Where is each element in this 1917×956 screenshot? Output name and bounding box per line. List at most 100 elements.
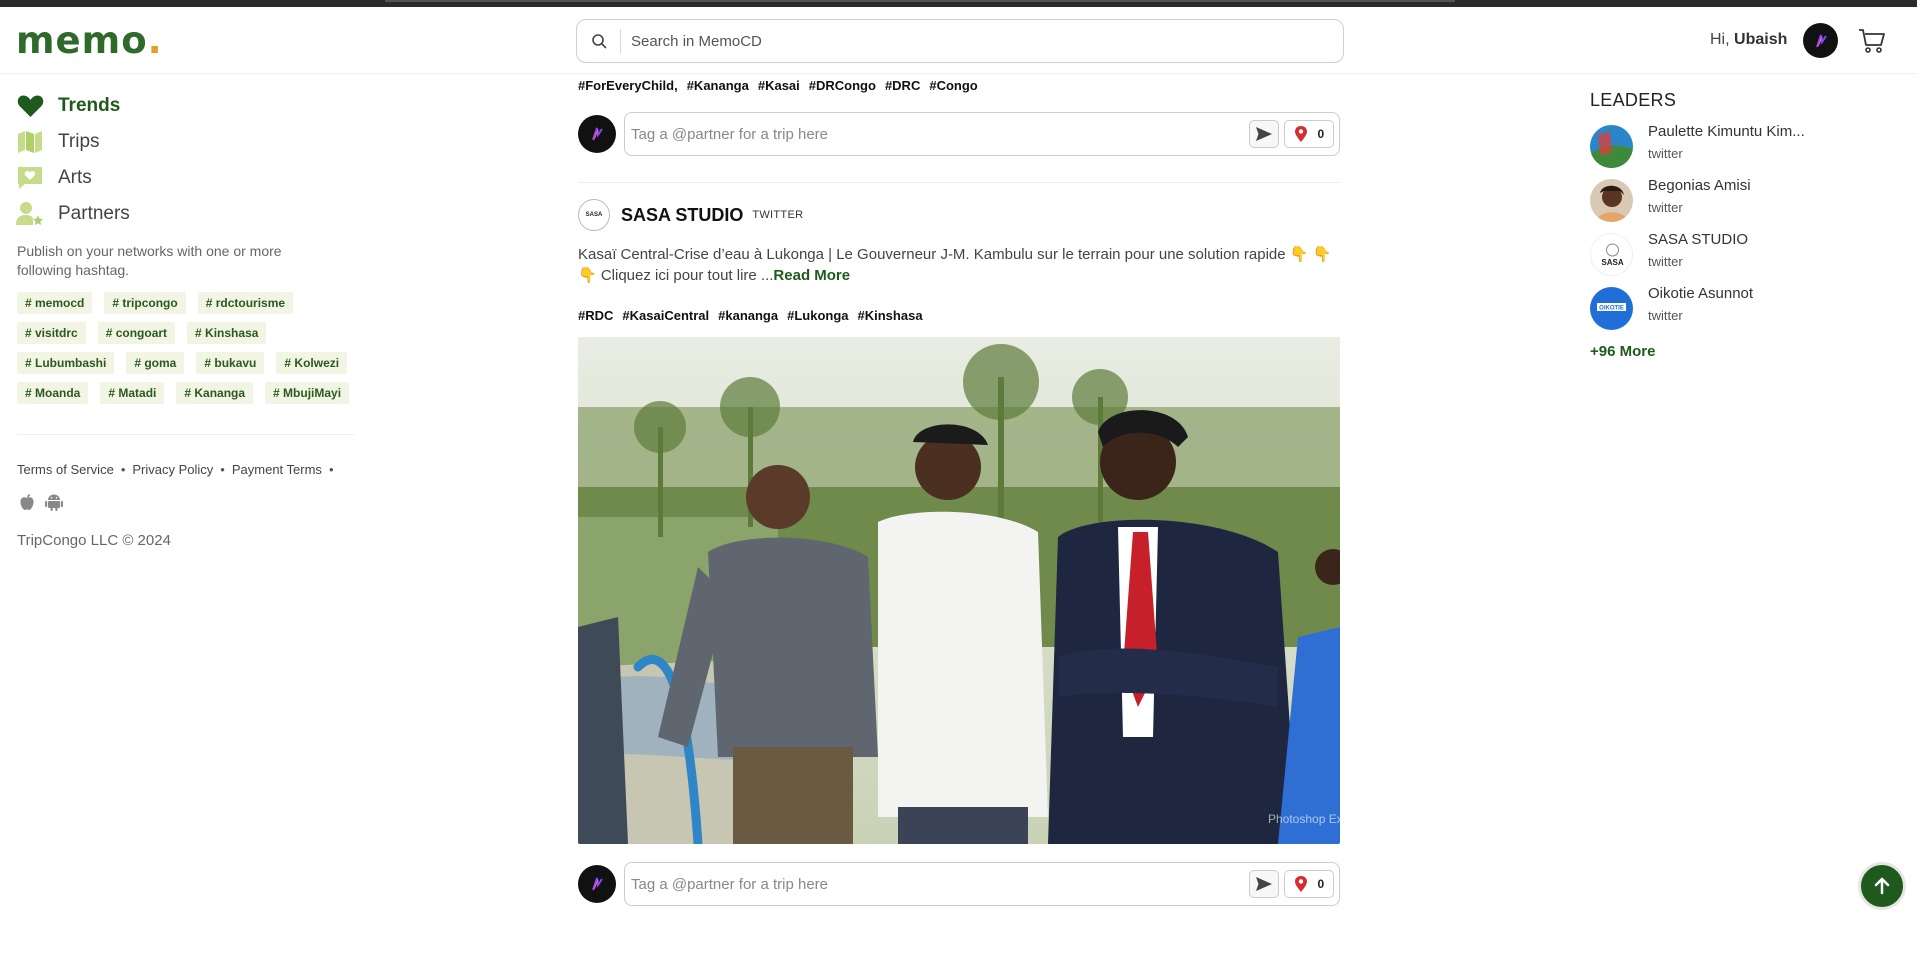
apple-icon[interactable] — [19, 493, 35, 516]
hashtag[interactable]: #RDC — [578, 308, 613, 323]
pin-button[interactable]: 0 — [1284, 870, 1334, 898]
sidebar-divider — [17, 434, 354, 435]
leader-name: Paulette Kimuntu Kim... — [1648, 123, 1805, 140]
sidebar-nav: Trends Trips Arts Partners — [16, 88, 130, 232]
leader-name: SASA STUDIO — [1648, 231, 1749, 248]
user-greeting: Hi, Ubaish — [1710, 31, 1788, 48]
comment-row: 0 — [578, 862, 1340, 906]
leader-network: twitter — [1648, 308, 1683, 323]
arrow-up-icon — [1874, 877, 1890, 895]
footer-links: Terms of Service • Privacy Policy • Paymen… — [17, 462, 334, 477]
sidebar-item-trips[interactable]: Trips — [16, 124, 130, 160]
leader-avatar: OIKOTIE — [1590, 287, 1633, 330]
android-icon[interactable] — [45, 493, 63, 516]
hashtag[interactable]: #DRC — [885, 78, 920, 93]
leader-item[interactable]: Paulette Kimuntu Kim... twitter — [1590, 123, 1850, 168]
sidebar-item-label: Trips — [58, 131, 100, 152]
partner-tag-input[interactable] — [631, 125, 1231, 143]
hashtag[interactable]: #Congo — [929, 78, 977, 93]
leader-item[interactable]: OIKOTIE Oikotie Asunnot twitter — [1590, 285, 1850, 330]
user-avatar[interactable] — [1803, 23, 1838, 58]
svg-text:OIKOTIE: OIKOTIE — [1599, 306, 1624, 312]
map-pin-icon — [1294, 876, 1307, 892]
comment-row: 0 — [578, 112, 1340, 156]
hashtag-chip[interactable]: # tripcongo — [104, 292, 186, 314]
send-button[interactable] — [1249, 120, 1279, 148]
photo-watermark: Photoshop Express — [1268, 812, 1340, 826]
post-photo[interactable]: Photoshop Express — [578, 337, 1340, 844]
payment-terms-link[interactable]: Payment Terms — [232, 462, 322, 477]
hashtag-chip[interactable]: # MbujiMayi — [265, 382, 350, 404]
search-bar — [576, 19, 1344, 63]
user-star-icon — [16, 200, 44, 228]
leader-avatar: SASA — [1590, 233, 1633, 276]
post-hashtags: #RDC #KasaiCentral #kananga #Lukonga #Ki… — [578, 308, 1340, 323]
post-hashtags-prev: #ForEveryChild, #Kananga #Kasai #DRCongo… — [578, 78, 1340, 93]
terms-link[interactable]: Terms of Service — [17, 462, 114, 477]
sidebar-item-arts[interactable]: Arts — [16, 160, 130, 196]
read-more-link[interactable]: Read More — [773, 267, 850, 284]
leader-network: twitter — [1648, 200, 1683, 215]
pin-count: 0 — [1317, 877, 1325, 891]
leader-network: twitter — [1648, 146, 1683, 161]
hashtag-chip[interactable]: # rdctourisme — [197, 292, 294, 314]
hashtag-chip[interactable]: # Kolwezi — [276, 352, 348, 374]
privacy-link[interactable]: Privacy Policy — [132, 462, 213, 477]
copyright: TripCongo LLC © 2024 — [17, 532, 171, 549]
hashtag[interactable]: #Kinshasa — [858, 308, 923, 323]
hashtag-list: # memocd # tripcongo # rdctourisme # vis… — [17, 292, 357, 404]
logo[interactable]: memo. — [16, 21, 163, 61]
hashtag-chip[interactable]: # Moanda — [17, 382, 89, 404]
send-button[interactable] — [1249, 870, 1279, 898]
hashtag[interactable]: #DRCongo — [809, 78, 876, 93]
partner-tag-input[interactable] — [631, 875, 1231, 893]
hashtag-chip[interactable]: # Kananga — [176, 382, 254, 404]
leader-name: Begonias Amisi — [1648, 177, 1751, 194]
map-pin-icon — [1294, 126, 1307, 142]
hashtag[interactable]: #Kasai — [758, 78, 800, 93]
hashtag[interactable]: #Lukonga — [787, 308, 848, 323]
hashtag-chip[interactable]: # Matadi — [100, 382, 165, 404]
sidebar-item-label: Trends — [58, 95, 121, 116]
svg-text:SASA: SASA — [1601, 258, 1623, 267]
hashtag[interactable]: #Kananga — [687, 78, 749, 93]
leader-item[interactable]: SASA SASA STUDIO twitter — [1590, 231, 1850, 276]
feed: #ForEveryChild, #Kananga #Kasai #DRCongo… — [578, 74, 1340, 906]
header: memo. Hi, Ubaish — [0, 7, 1917, 74]
pin-button[interactable]: 0 — [1284, 120, 1334, 148]
hashtag-chip[interactable]: # Kinshasa — [187, 322, 267, 344]
sidebar-item-trends[interactable]: Trends — [16, 88, 130, 124]
publish-hint: Publish on your networks with one or mor… — [17, 243, 282, 278]
more-leaders-link[interactable]: +96 More — [1590, 343, 1850, 360]
post-separator — [578, 182, 1340, 183]
app-store-icons — [19, 493, 63, 516]
heart-icon — [16, 92, 44, 120]
send-icon — [1256, 877, 1272, 891]
leader-item[interactable]: Begonias Amisi twitter — [1590, 177, 1850, 222]
author-avatar[interactable]: SASA — [578, 199, 610, 231]
sidebar-item-label: Arts — [58, 167, 92, 188]
post-author[interactable]: SASA STUDIO — [621, 205, 743, 226]
sidebar-item-partners[interactable]: Partners — [16, 196, 130, 232]
cart-icon[interactable] — [1857, 27, 1887, 55]
hashtag-chip[interactable]: # congoart — [97, 322, 176, 344]
commenter-avatar — [578, 115, 616, 153]
hashtag[interactable]: #ForEveryChild, — [578, 78, 678, 93]
sidebar-item-label: Partners — [58, 203, 130, 224]
hashtag-chip[interactable]: # Lubumbashi — [17, 352, 115, 374]
post-text: Kasaï Central-Crise d’eau à Lukonga | Le… — [578, 246, 1332, 284]
send-icon — [1256, 127, 1272, 141]
hashtag[interactable]: #kananga — [718, 308, 778, 323]
hashtag-chip[interactable]: # memocd — [17, 292, 93, 314]
leaders-title: LEADERS — [1590, 90, 1677, 110]
comment-box: 0 — [624, 862, 1340, 906]
hashtag-chip[interactable]: # visitdrc — [17, 322, 86, 344]
search-icon[interactable] — [577, 29, 621, 53]
post-source: TWITTER — [752, 209, 804, 221]
hashtag-chip[interactable]: # bukavu — [196, 352, 265, 374]
hashtag-chip[interactable]: # goma — [126, 352, 185, 374]
scroll-to-top-button[interactable] — [1858, 862, 1906, 910]
hashtag[interactable]: #KasaiCentral — [622, 308, 709, 323]
post-header: SASA SASA STUDIO TWITTER — [578, 199, 1340, 231]
search-input[interactable] — [631, 32, 1311, 50]
